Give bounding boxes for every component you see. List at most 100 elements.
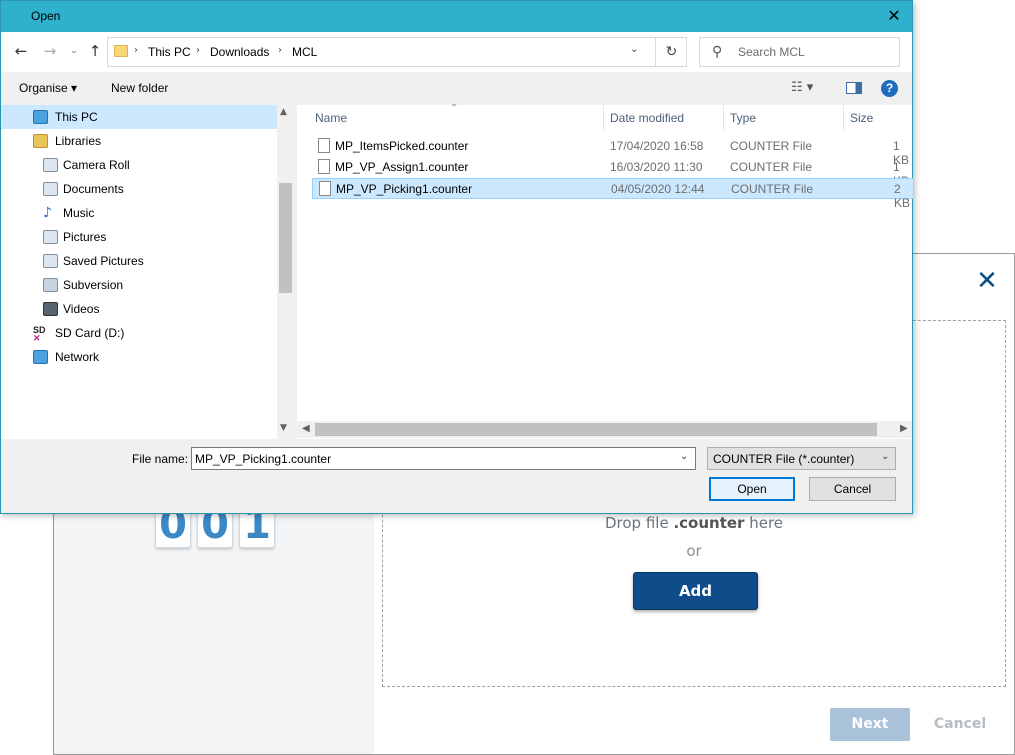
- chevron-down-icon[interactable]: ⌄: [680, 451, 688, 462]
- nav-item-documents[interactable]: Documents: [1, 177, 277, 201]
- refresh-icon[interactable]: ↻: [655, 38, 687, 66]
- file-name-input[interactable]: MP_VP_Picking1.counter: [191, 447, 696, 470]
- recent-locations-chevron-icon[interactable]: ⌄: [65, 42, 83, 60]
- horizontal-scrollbar[interactable]: ◀ ▶: [297, 421, 912, 438]
- nav-item-libraries[interactable]: Libraries: [1, 129, 277, 153]
- nav-item-label: This PC: [55, 110, 98, 124]
- dialog-footer: File name: MP_VP_Picking1.counter ⌄ COUN…: [1, 439, 912, 513]
- or-text: or: [686, 542, 702, 560]
- chevron-down-icon[interactable]: ⌄: [881, 451, 889, 462]
- drop-text-suffix: here: [744, 514, 784, 532]
- scroll-left-icon[interactable]: ◀: [302, 423, 310, 434]
- nav-item-label: SD Card (D:): [55, 326, 125, 340]
- back-arrow-icon[interactable]: ←: [12, 42, 30, 60]
- forward-arrow-icon[interactable]: →: [41, 42, 59, 60]
- nav-item-label: Saved Pictures: [63, 254, 144, 268]
- file-size: 2 KB: [894, 182, 911, 210]
- file-icon: [318, 159, 330, 174]
- sort-ascending-icon: ⌃: [450, 103, 459, 114]
- column-header-size[interactable]: Size: [850, 111, 873, 125]
- nav-item-label: Network: [55, 350, 100, 364]
- folder-library-icon: [43, 158, 58, 172]
- scroll-right-icon[interactable]: ▶: [900, 423, 908, 434]
- videos-icon: [43, 302, 58, 316]
- nav-item-music[interactable]: ♪ Music: [1, 201, 277, 225]
- nav-item-network[interactable]: Network: [1, 345, 277, 369]
- file-name: MP_ItemsPicked.counter: [335, 139, 469, 153]
- search-icon: ⚲: [712, 44, 723, 60]
- navigation-pane: This PC Libraries Camera Roll Documents …: [1, 105, 294, 439]
- column-divider[interactable]: [723, 105, 724, 131]
- command-toolbar: Organise ▾ New folder ☷ ▾ ?: [1, 72, 912, 105]
- nav-item-pictures[interactable]: Pictures: [1, 225, 277, 249]
- open-file-dialog: Open ✕ ← → ⌄ ↑ › This PC › Downloads › M…: [0, 0, 914, 514]
- chevron-right-icon[interactable]: ›: [134, 45, 138, 56]
- nav-item-saved-pictures[interactable]: Saved Pictures: [1, 249, 277, 273]
- column-header-date[interactable]: Date modified: [610, 111, 684, 125]
- breadcrumb-this-pc[interactable]: This PC: [148, 45, 191, 59]
- scrollbar-thumb[interactable]: [315, 423, 877, 436]
- nav-item-videos[interactable]: Videos: [1, 297, 277, 321]
- column-divider[interactable]: [843, 105, 844, 131]
- file-type: COUNTER File: [731, 182, 814, 196]
- chevron-down-icon[interactable]: ⌄: [630, 44, 638, 55]
- nav-item-label: Camera Roll: [63, 158, 130, 172]
- network-icon: [33, 350, 48, 364]
- file-name-label: File name:: [132, 452, 189, 466]
- search-box[interactable]: ⚲ Search MCL: [699, 37, 900, 67]
- search-input[interactable]: Search MCL: [738, 45, 805, 59]
- file-row[interactable]: MP_ItemsPicked.counter 17/04/2020 16:58 …: [312, 136, 914, 167]
- nav-scrollbar[interactable]: ▲ ▼: [277, 105, 294, 439]
- computer-icon: [33, 110, 48, 124]
- nav-item-label: Pictures: [63, 230, 107, 244]
- file-type-select[interactable]: COUNTER File (*.counter): [707, 447, 896, 470]
- breadcrumb-downloads[interactable]: Downloads: [210, 45, 269, 59]
- nav-item-label: Videos: [63, 302, 100, 316]
- documents-icon: [43, 182, 58, 196]
- change-view-icon[interactable]: ☷ ▾: [791, 80, 813, 95]
- column-header-type[interactable]: Type: [730, 111, 756, 125]
- next-button[interactable]: Next: [830, 708, 910, 741]
- file-date: 17/04/2020 16:58: [610, 139, 704, 153]
- chevron-right-icon[interactable]: ›: [278, 45, 282, 56]
- folder-icon: [114, 45, 128, 57]
- add-button[interactable]: Add: [633, 572, 758, 610]
- dialog-title: Open: [31, 9, 61, 23]
- file-type: COUNTER File: [730, 139, 813, 153]
- file-name: MP_VP_Assign1.counter: [335, 160, 469, 174]
- close-icon[interactable]: ✕: [884, 6, 904, 26]
- nav-item-subversion[interactable]: Subversion: [1, 273, 277, 297]
- nav-item-label: Music: [63, 206, 95, 220]
- organise-menu[interactable]: Organise ▾: [19, 81, 77, 95]
- scroll-up-icon[interactable]: ▲: [280, 107, 287, 117]
- libraries-icon: [33, 134, 48, 148]
- address-bar[interactable]: › This PC › Downloads › MCL ⌄ ↻: [107, 37, 687, 67]
- pictures-icon: [43, 230, 58, 244]
- breadcrumb-mcl[interactable]: MCL: [292, 45, 317, 59]
- navigation-bar: ← → ⌄ ↑ › This PC › Downloads › MCL ⌄ ↻ …: [1, 32, 912, 72]
- up-arrow-icon[interactable]: ↑: [86, 42, 104, 60]
- modal-close-icon[interactable]: ✕: [974, 268, 1000, 294]
- nav-item-this-pc[interactable]: This PC: [1, 105, 277, 129]
- modal-cancel-button[interactable]: Cancel: [926, 708, 994, 741]
- chevron-right-icon[interactable]: ›: [196, 45, 200, 56]
- file-row-selected[interactable]: MP_VP_Picking1.counter 04/05/2020 12:44 …: [312, 178, 914, 210]
- nav-item-label: Libraries: [55, 134, 102, 148]
- file-type: COUNTER File: [730, 160, 813, 174]
- scroll-down-icon[interactable]: ▼: [280, 423, 287, 433]
- scrollbar-thumb[interactable]: [279, 183, 292, 293]
- column-header-name[interactable]: Name: [315, 111, 347, 125]
- file-date: 16/03/2020 11:30: [610, 160, 703, 174]
- help-icon[interactable]: ?: [881, 80, 898, 97]
- drop-instructions: Drop file .counter here: [383, 514, 1005, 532]
- nav-item-sd-card[interactable]: SD ✕ SD Card (D:): [1, 321, 277, 345]
- column-divider[interactable]: [603, 105, 604, 131]
- file-row[interactable]: MP_VP_Assign1.counter 16/03/2020 11:30 C…: [312, 157, 914, 188]
- file-list: ⌃ Name Date modified Type Size MP_ItemsP…: [297, 103, 914, 439]
- file-icon: [319, 181, 331, 196]
- new-folder-button[interactable]: New folder: [111, 81, 168, 95]
- open-button[interactable]: Open: [709, 477, 795, 501]
- cancel-button[interactable]: Cancel: [809, 477, 896, 501]
- nav-item-camera-roll[interactable]: Camera Roll: [1, 153, 277, 177]
- preview-pane-icon[interactable]: [846, 82, 862, 94]
